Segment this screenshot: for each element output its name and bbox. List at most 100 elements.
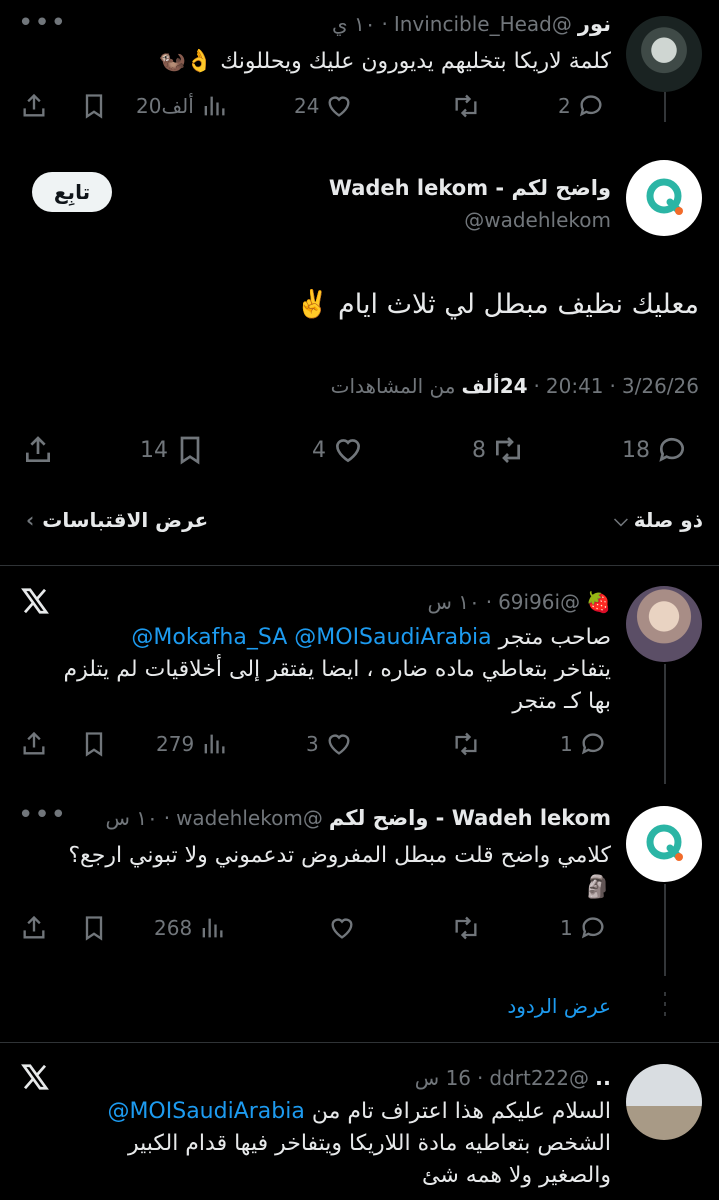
author-name[interactable]: .. bbox=[595, 1066, 611, 1090]
brand-logo-icon bbox=[646, 824, 683, 861]
like-button[interactable] bbox=[328, 908, 356, 948]
tweet-time[interactable]: ١٠ ي bbox=[332, 12, 376, 36]
reply-count: 1 bbox=[560, 916, 573, 940]
separator-dot: · bbox=[485, 590, 493, 614]
heart-icon bbox=[331, 918, 353, 939]
retweet-icon bbox=[455, 732, 477, 756]
views-count: 268 bbox=[154, 916, 193, 940]
follow-button[interactable]: تابِع bbox=[32, 172, 112, 212]
bookmark-button[interactable] bbox=[80, 908, 108, 948]
bookmark-icon bbox=[180, 436, 200, 465]
related-label: ذو صلة bbox=[633, 508, 703, 532]
bookmark-icon bbox=[85, 732, 103, 757]
views-button[interactable]: 279 bbox=[156, 724, 228, 764]
separator-dot: · bbox=[163, 806, 171, 830]
share-icon bbox=[23, 93, 45, 117]
retweet-button[interactable]: 8 bbox=[472, 430, 524, 470]
retweet-button[interactable] bbox=[452, 86, 480, 126]
views-button[interactable]: 20ألف bbox=[136, 86, 228, 126]
chevron-left-icon: ‹ bbox=[26, 508, 35, 532]
reply-count: 1 bbox=[560, 732, 573, 756]
share-button[interactable] bbox=[22, 430, 54, 470]
reply-header: .. @ddrt222 · 16 س bbox=[415, 1066, 611, 1090]
bookmark-button[interactable] bbox=[80, 86, 108, 126]
reply-button[interactable]: 18 bbox=[622, 430, 688, 470]
share-icon bbox=[26, 436, 50, 462]
reply-button[interactable]: 1 bbox=[560, 908, 607, 948]
like-button[interactable]: 3 bbox=[306, 724, 353, 764]
reply-button[interactable]: 1 bbox=[560, 724, 607, 764]
reply-line: صاحب متجر @MOISaudiArabia @Mokafha_SA bbox=[11, 622, 611, 654]
reply-line: بها كـ متجر bbox=[512, 689, 611, 714]
share-icon bbox=[23, 915, 45, 939]
heart-icon bbox=[335, 439, 361, 463]
reply-line: والصغير ولا همه شئ bbox=[422, 1163, 611, 1188]
tweet-actions: 14 4 8 18 bbox=[0, 430, 719, 470]
author-name[interactable]: نور bbox=[578, 12, 611, 36]
like-button[interactable]: 4 bbox=[312, 430, 364, 470]
reply-text-part: صاحب متجر bbox=[498, 625, 611, 650]
reply-line: 🗿 bbox=[583, 875, 611, 900]
mention-link[interactable]: @MOISaudiArabia bbox=[107, 1099, 304, 1124]
reply-icon bbox=[579, 95, 602, 117]
author-name[interactable]: Wadeh lekom - واضح لكم bbox=[329, 806, 611, 830]
retweet-icon bbox=[455, 916, 477, 940]
bookmark-icon bbox=[85, 94, 103, 119]
author-handle[interactable]: @Invincible_Head bbox=[394, 12, 572, 36]
reply-header: 🍓 @69i96i · ١٠ س bbox=[427, 590, 611, 614]
x-logo-icon[interactable] bbox=[20, 586, 50, 616]
reply-text: صاحب متجر @MOISaudiArabia @Mokafha_SA يت… bbox=[11, 622, 611, 718]
author-handle[interactable]: @wadehlekom bbox=[176, 806, 323, 830]
tweet-text: معليك نظيف مبطل لي ثلاث ايام ✌️ bbox=[295, 289, 699, 320]
tweet-actions: 20ألف 24 2 bbox=[0, 86, 719, 126]
tweet-time[interactable]: ١٠ س bbox=[105, 806, 157, 830]
heart-icon bbox=[328, 96, 350, 117]
views-icon bbox=[202, 918, 223, 938]
author-handle[interactable]: @69i96i bbox=[498, 590, 580, 614]
mention-link[interactable]: @MOISaudiArabia bbox=[294, 625, 491, 650]
more-options-icon[interactable]: ••• bbox=[18, 8, 67, 38]
bookmark-button[interactable] bbox=[80, 724, 108, 764]
tweet-time[interactable]: ١٠ س bbox=[427, 590, 479, 614]
avatar[interactable] bbox=[626, 586, 702, 662]
retweet-icon bbox=[455, 94, 477, 118]
related-dropdown[interactable]: ذو صلة ⌵ bbox=[614, 508, 703, 532]
more-options-icon[interactable]: ••• bbox=[18, 800, 67, 830]
retweet-button[interactable] bbox=[452, 908, 480, 948]
avatar[interactable] bbox=[626, 1064, 702, 1140]
author-name[interactable]: Wadeh lekom - واضح لكم bbox=[329, 176, 611, 200]
mention-link[interactable]: @Mokafha_SA bbox=[131, 625, 287, 650]
view-quotes-link[interactable]: ‹ عرض الاقتباسات bbox=[26, 508, 208, 532]
author-handle[interactable]: @ddrt222 bbox=[489, 1066, 589, 1090]
tweet-date[interactable]: 3/26/26 bbox=[622, 374, 699, 398]
retweet-icon bbox=[496, 437, 520, 463]
bookmark-count: 14 bbox=[140, 437, 168, 463]
avatar[interactable] bbox=[626, 160, 702, 236]
show-replies-link[interactable]: عرض الردود bbox=[507, 994, 611, 1018]
avatar[interactable] bbox=[626, 16, 702, 92]
share-button[interactable] bbox=[20, 724, 48, 764]
tweet-time[interactable]: 20:41 bbox=[546, 374, 604, 398]
author-handle[interactable]: @wadehlekom bbox=[464, 208, 611, 232]
divider bbox=[0, 565, 719, 566]
like-count: 3 bbox=[306, 732, 319, 756]
view-quotes-label: عرض الاقتباسات bbox=[42, 508, 209, 532]
views-button[interactable]: 268 bbox=[154, 908, 226, 948]
reply-line: يتفاخر بتعاطي ماده ضاره ، ايضا يفتقر إلى… bbox=[63, 657, 611, 682]
reply-actions: 279 3 1 bbox=[0, 724, 719, 764]
bookmark-button[interactable]: 14 bbox=[140, 430, 206, 470]
like-button[interactable]: 24 bbox=[294, 86, 353, 126]
share-button[interactable] bbox=[20, 908, 48, 948]
separator-dot: · bbox=[381, 12, 388, 36]
retweet-button[interactable] bbox=[452, 724, 480, 764]
views-icon bbox=[204, 96, 225, 116]
share-button[interactable] bbox=[20, 86, 48, 126]
views-label: من المشاهدات bbox=[330, 374, 456, 398]
reply-button[interactable]: 2 bbox=[558, 86, 605, 126]
x-logo-icon[interactable] bbox=[20, 1062, 50, 1092]
tweet-time[interactable]: 16 س bbox=[415, 1066, 471, 1090]
reply-text-part: السلام عليكم هذا اعتراف تام من bbox=[311, 1099, 611, 1124]
share-icon bbox=[23, 731, 45, 755]
reply-line: كلامي واضح قلت مبطل المفروض تدعموني ولا … bbox=[68, 843, 611, 868]
avatar[interactable] bbox=[626, 806, 702, 882]
